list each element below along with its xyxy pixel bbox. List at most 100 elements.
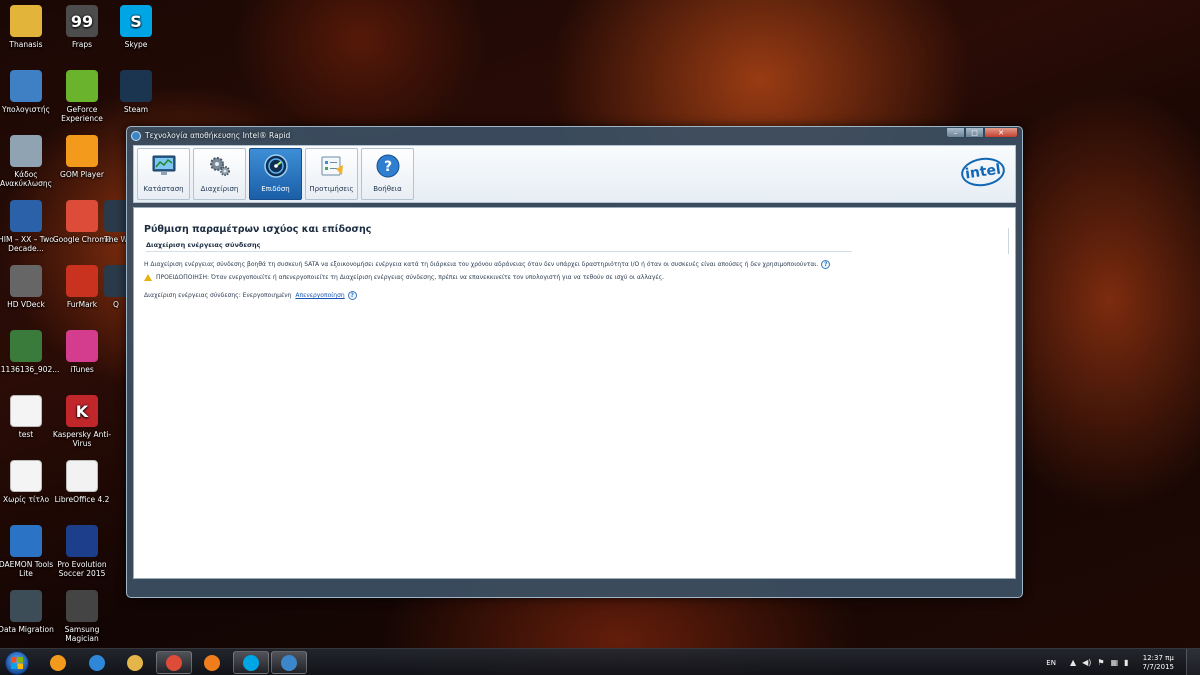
file-explorer-icon (127, 654, 143, 671)
desktop-icon[interactable]: Pro Evolution Soccer 2015 (52, 525, 112, 578)
desktop-icon[interactable]: test (0, 395, 56, 439)
desktop-icon[interactable]: DAEMON Tools Lite (0, 525, 56, 578)
language-indicator[interactable]: EN (1046, 659, 1056, 667)
desktop-icon[interactable]: FurMark (52, 265, 112, 309)
performance-tab-label: Επιδόση (261, 185, 290, 193)
taskbar: EN ▲ ◀) ⚑ ▦ ▮ 12:37 πμ 7/7/2015 (0, 648, 1200, 675)
desktop-icon[interactable]: S Skype (106, 5, 166, 49)
section-heading: Διαχείριση ενέργειας σύνδεσης (146, 241, 852, 252)
desktop-icon[interactable]: GOM Player (52, 135, 112, 179)
desktop-icon[interactable]: Thanasis (0, 5, 56, 49)
close-button[interactable]: ✕ (984, 127, 1018, 138)
network-icon[interactable]: ▦ (1111, 658, 1119, 667)
show-desktop-button[interactable] (1186, 649, 1200, 675)
minimize-button[interactable]: – (946, 127, 965, 138)
blank-file-icon (10, 460, 42, 492)
gom-player-taskbar-icon (50, 654, 66, 671)
desktop-icon[interactable]: Samsung Magician (52, 590, 112, 643)
help-tab-label: Βοήθεια (373, 185, 402, 193)
disable-link[interactable]: Απενεργοποίηση (295, 292, 344, 299)
desktop-icon[interactable]: HIM – XX – Two Decade... (0, 200, 56, 253)
clock-date: 7/7/2015 (1142, 662, 1174, 671)
itunes-icon (66, 330, 98, 362)
taskbar-button[interactable] (155, 651, 192, 674)
status-tab-button[interactable]: Κατάσταση (137, 148, 190, 200)
intel-logo: intel (959, 155, 1007, 189)
window-titlebar[interactable]: Τεχνολογία αποθήκευσης Intel® Rapid – □ … (127, 127, 1022, 144)
pes-icon (66, 525, 98, 557)
partial-app-icon-2 (104, 265, 128, 297)
desktop-icon[interactable]: Data Migration (0, 590, 56, 634)
taskbar-button[interactable] (79, 651, 115, 674)
desktop-icon[interactable]: HD VDeck (0, 265, 56, 309)
gom-player-icon (66, 135, 98, 167)
link-power-status: Διαχείριση ενέργειας σύνδεσης: Ενεργοποι… (144, 292, 292, 299)
desktop-icon-label: Steam (123, 105, 149, 114)
status-help-icon[interactable]: ? (347, 291, 357, 300)
description-help-icon[interactable]: ? (821, 260, 831, 269)
desktop-icon-label: HD VDeck (7, 300, 45, 309)
taskbar-button[interactable] (40, 651, 76, 674)
intel-rst-taskbar-icon (281, 654, 297, 671)
desktop-icon[interactable]: 99 Fraps (52, 5, 112, 49)
manage-tab-label: Διαχείριση (200, 185, 239, 193)
description-text: Η Διαχείριση ενέργειας σύνδεσης βοηθά τη… (144, 261, 819, 268)
image-file-icon (10, 330, 42, 362)
clock-time: 12:37 πμ (1142, 653, 1174, 662)
taskbar-button[interactable] (232, 651, 269, 674)
desktop-icon[interactable]: Google Chrome (52, 200, 112, 244)
gears-icon (207, 153, 233, 179)
geforce-icon (66, 70, 98, 102)
preferences-icon (319, 153, 345, 179)
volume-bars-icon[interactable]: ▮ (1124, 658, 1128, 667)
performance-content-pane: Ρύθμιση παραμέτρων ισχύος και επίδοσης Δ… (133, 207, 1016, 579)
clock[interactable]: 12:37 πμ 7/7/2015 (1143, 654, 1174, 672)
performance-tab-button[interactable]: Επιδόση (249, 148, 302, 200)
desktop-icon-label: LibreOffice 4.2 (54, 495, 110, 504)
desktop-icon[interactable]: The W (104, 200, 128, 244)
desktop-icon[interactable]: Χωρίς τίτλο (0, 460, 56, 504)
warning-icon (144, 274, 152, 281)
furmark-icon (66, 265, 98, 297)
desktop-icon[interactable]: Κάδος Ανακύκλωσης (0, 135, 56, 188)
desktop-icon[interactable]: Steam (106, 70, 166, 114)
help-question-icon: ? (375, 153, 401, 179)
desktop-icon-label: Q (113, 300, 119, 309)
scrollbar-track[interactable] (1008, 228, 1013, 254)
internet-explorer-icon (88, 654, 105, 671)
link-power-status-row: Διαχείριση ενέργειας σύνδεσης: Ενεργοποι… (144, 291, 357, 300)
show-hidden-icons-icon[interactable]: ▲ (1070, 658, 1076, 667)
desktop-icon[interactable]: Q (104, 265, 128, 309)
desktop-icon-label: test (18, 430, 34, 439)
desktop-icon[interactable]: GeForce Experience (52, 70, 112, 123)
maximize-button[interactable]: □ (965, 127, 984, 138)
desktop-icon[interactable]: iTunes (52, 330, 112, 374)
description-row: Η Διαχείριση ενέργειας σύνδεσης βοηθά τη… (144, 260, 831, 269)
status-monitor-icon (151, 153, 177, 179)
taskbar-button[interactable] (117, 651, 153, 674)
taskbar-button[interactable] (194, 651, 230, 674)
preferences-tab-button[interactable]: Προτιμήσεις (305, 148, 358, 200)
speaker-icon[interactable]: ◀) (1082, 658, 1091, 667)
desktop-icon[interactable]: LibreOffice 4.2 (52, 460, 112, 504)
desktop-icon-label: The W (104, 235, 128, 244)
desktop-icon-label: Google Chrome (52, 235, 112, 244)
desktop-icon-label: iTunes (70, 365, 94, 374)
start-button[interactable] (5, 651, 29, 675)
action-center-flag-icon[interactable]: ⚑ (1097, 658, 1104, 667)
desktop-icon-label: 11136136_902... (0, 365, 60, 374)
desktop-icon[interactable]: K Kaspersky Anti-Virus (52, 395, 112, 448)
fraps-icon: 99 (66, 5, 98, 37)
taskbar-button[interactable] (271, 651, 307, 674)
desktop-icon-label: DAEMON Tools Lite (0, 560, 54, 578)
desktop-icon[interactable]: Υπολογιστής (0, 70, 56, 114)
manage-tab-button[interactable]: Διαχείριση (193, 148, 246, 200)
desktop-icon-label: GeForce Experience (61, 105, 103, 123)
windows-logo-icon (11, 657, 23, 669)
help-tab-button[interactable]: ? Βοήθεια (361, 148, 414, 200)
desktop-icon[interactable]: 11136136_902... (0, 330, 60, 374)
desktop-icon-label: Χωρίς τίτλο (2, 495, 50, 504)
desktop-icon-label: FurMark (66, 300, 98, 309)
desktop-icon-label: Skype (124, 40, 148, 49)
warning-row: ΠΡΟΕΙΔΟΠΟΙΗΣΗ: Όταν ενεργοποιείτε ή απεν… (144, 274, 664, 281)
